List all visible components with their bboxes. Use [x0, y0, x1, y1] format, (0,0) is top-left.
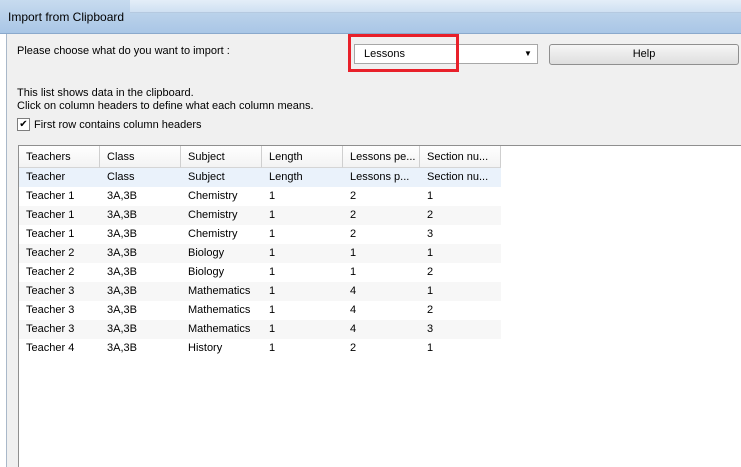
- table-cell: 3A,3B: [107, 342, 137, 354]
- info-text-line-1: This list shows data in the clipboard.: [17, 87, 194, 99]
- table-cell: 3: [427, 323, 434, 335]
- grid-header-row: Teachers Class Subject Length Lessons pe... S…: [19, 146, 501, 169]
- table-cell: Teacher 3: [26, 323, 75, 335]
- table-cell: 3A,3B: [107, 266, 137, 278]
- table-cell: Teacher 3: [26, 304, 75, 316]
- table-cell: 1: [427, 247, 434, 259]
- table-cell: Teacher 2: [26, 247, 75, 259]
- table-cell: 1: [269, 190, 276, 202]
- table-row[interactable]: Teacher 1 3A,3B Chemistry 1 2 1: [19, 187, 501, 206]
- table-cell: 1: [427, 285, 434, 297]
- dropdown-arrow-icon[interactable]: ▼: [521, 47, 535, 61]
- table-cell: Chemistry: [188, 228, 238, 240]
- table-cell: 4: [350, 285, 357, 297]
- window-title: Import from Clipboard: [8, 10, 125, 24]
- table-cell: 1: [427, 342, 434, 354]
- dialog-content: Please choose what do you want to import…: [6, 34, 741, 467]
- table-cell: Mathematics: [188, 323, 251, 335]
- table-cell: 1: [269, 266, 276, 278]
- table-cell: 2: [350, 228, 357, 240]
- table-cell: Subject: [188, 171, 225, 183]
- table-cell: Chemistry: [188, 209, 238, 221]
- table-cell: 2: [427, 209, 434, 221]
- table-row[interactable]: Teacher 3 3A,3B Mathematics 1 4 2: [19, 301, 501, 320]
- clipboard-data-grid[interactable]: Teachers Class Subject Length Lessons pe... S…: [18, 145, 741, 467]
- table-cell: Teacher: [26, 171, 66, 183]
- help-button[interactable]: Help: [549, 44, 739, 65]
- table-cell: 1: [269, 247, 276, 259]
- table-row[interactable]: Teacher 2 3A,3B Biology 1 1 2: [19, 263, 501, 282]
- import-type-value: Lessons: [364, 48, 405, 60]
- table-cell: 1: [427, 190, 434, 202]
- table-cell: Section nu...: [427, 171, 489, 183]
- title-bar: Import from Clipboard: [0, 0, 741, 34]
- table-row[interactable]: Teacher 4 3A,3B History 1 2 1: [19, 339, 501, 358]
- table-cell: 3: [427, 228, 434, 240]
- column-header-1[interactable]: Teachers: [19, 146, 100, 168]
- table-cell: 1: [269, 304, 276, 316]
- table-cell: 3A,3B: [107, 323, 137, 335]
- table-cell: Teacher 1: [26, 190, 75, 202]
- table-cell: History: [188, 342, 223, 354]
- table-cell: 3A,3B: [107, 190, 137, 202]
- table-cell: Length: [269, 171, 303, 183]
- table-cell: 3A,3B: [107, 304, 137, 316]
- column-header-3[interactable]: Subject: [181, 146, 262, 168]
- table-cell: Class: [107, 171, 135, 183]
- column-header-6[interactable]: Section nu...: [420, 146, 501, 168]
- table-cell: Biology: [188, 266, 225, 278]
- table-cell: Lessons p...: [350, 171, 410, 183]
- table-row[interactable]: Teacher 2 3A,3B Biology 1 1 1: [19, 244, 501, 263]
- table-cell: Teacher 3: [26, 285, 75, 297]
- first-row-headers-checkbox[interactable]: ✔: [17, 118, 30, 131]
- table-cell: 3A,3B: [107, 247, 137, 259]
- table-cell: 2: [350, 342, 357, 354]
- table-cell: Teacher 1: [26, 228, 75, 240]
- table-cell: 2: [350, 209, 357, 221]
- background-window-strip: [130, 0, 741, 13]
- table-cell: 3A,3B: [107, 209, 137, 221]
- table-cell: 2: [350, 190, 357, 202]
- table-cell: 1: [350, 247, 357, 259]
- import-type-dropdown[interactable]: Lessons ▼: [354, 44, 538, 64]
- table-cell: Mathematics: [188, 304, 251, 316]
- first-row-headers-label[interactable]: First row contains column headers: [34, 119, 202, 131]
- table-row[interactable]: Teacher 1 3A,3B Chemistry 1 2 2: [19, 206, 501, 225]
- table-row[interactable]: Teacher 1 3A,3B Chemistry 1 2 3: [19, 225, 501, 244]
- checkmark-icon: ✔: [19, 119, 28, 130]
- table-cell: 4: [350, 304, 357, 316]
- table-cell: 2: [427, 304, 434, 316]
- table-row[interactable]: Teacher 3 3A,3B Mathematics 1 4 3: [19, 320, 501, 339]
- table-cell: 1: [350, 266, 357, 278]
- table-row[interactable]: Teacher 3 3A,3B Mathematics 1 4 1: [19, 282, 501, 301]
- table-cell: 1: [269, 228, 276, 240]
- table-cell: Teacher 1: [26, 209, 75, 221]
- info-text-line-2: Click on column headers to define what e…: [17, 100, 314, 112]
- table-cell: 1: [269, 209, 276, 221]
- table-cell: Chemistry: [188, 190, 238, 202]
- table-cell: 1: [269, 285, 276, 297]
- table-cell: 4: [350, 323, 357, 335]
- table-cell: 3A,3B: [107, 285, 137, 297]
- table-row-header-data[interactable]: Teacher Class Subject Length Lessons p... Sec…: [19, 168, 501, 187]
- table-cell: Teacher 4: [26, 342, 75, 354]
- table-cell: Teacher 2: [26, 266, 75, 278]
- table-cell: 2: [427, 266, 434, 278]
- column-header-4[interactable]: Length: [262, 146, 343, 168]
- table-cell: Biology: [188, 247, 225, 259]
- table-cell: Mathematics: [188, 285, 251, 297]
- import-prompt-label: Please choose what do you want to import…: [17, 45, 230, 57]
- table-cell: 1: [269, 342, 276, 354]
- column-header-2[interactable]: Class: [100, 146, 181, 168]
- table-cell: 3A,3B: [107, 228, 137, 240]
- column-header-5[interactable]: Lessons pe...: [343, 146, 420, 168]
- table-cell: 1: [269, 323, 276, 335]
